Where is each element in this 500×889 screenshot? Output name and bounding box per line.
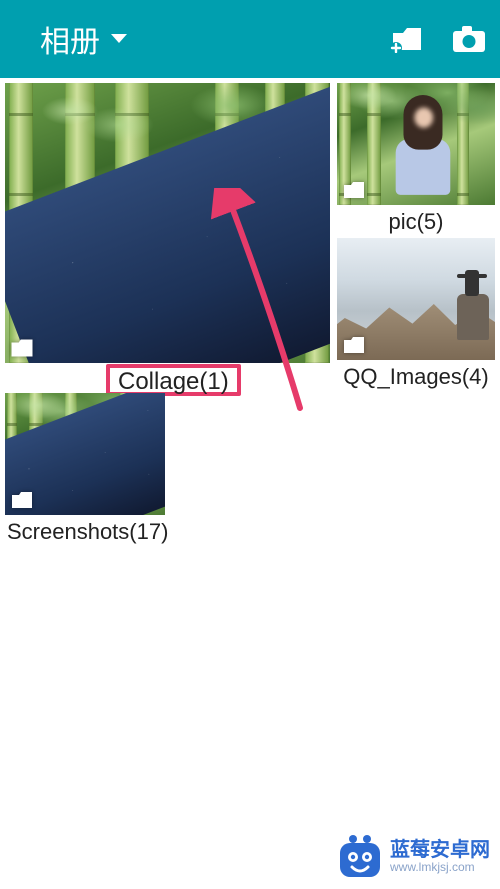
watermark-logo-icon <box>338 835 382 879</box>
annotation-highlight-box: Collage(1) <box>106 364 241 396</box>
album-screenshots[interactable]: Screenshots(17) <box>5 393 165 549</box>
album-thumb <box>337 83 495 205</box>
album-qq-images[interactable]: QQ_Images(4) <box>337 238 495 394</box>
watermark-url: www.lmkjsj.com <box>390 861 490 874</box>
album-label: Screenshots(17) <box>5 515 165 549</box>
title-dropdown[interactable]: 相册 <box>40 17 128 61</box>
app-header: 相册 <box>0 0 500 78</box>
camera-icon[interactable] <box>452 25 486 53</box>
new-folder-icon[interactable] <box>390 25 424 53</box>
album-thumb <box>337 238 495 360</box>
album-pic[interactable]: pic(5) <box>337 83 495 239</box>
album-collage[interactable] <box>5 83 330 395</box>
album-label: Collage(1) <box>118 368 229 395</box>
watermark-title: 蓝莓安卓网 <box>390 839 490 861</box>
watermark: 蓝莓安卓网 www.lmkjsj.com <box>338 835 490 879</box>
album-label: pic(5) <box>337 205 495 239</box>
chevron-down-icon <box>110 33 128 45</box>
album-grid: Collage(1) pic(5) <box>0 78 500 83</box>
album-thumb <box>5 393 165 515</box>
page-title: 相册 <box>40 17 100 61</box>
folder-icon <box>343 181 365 199</box>
header-actions <box>390 25 486 53</box>
album-thumb <box>5 83 330 363</box>
folder-icon <box>11 339 33 357</box>
folder-icon <box>11 491 33 509</box>
album-label: QQ_Images(4) <box>337 360 495 394</box>
folder-icon <box>343 336 365 354</box>
